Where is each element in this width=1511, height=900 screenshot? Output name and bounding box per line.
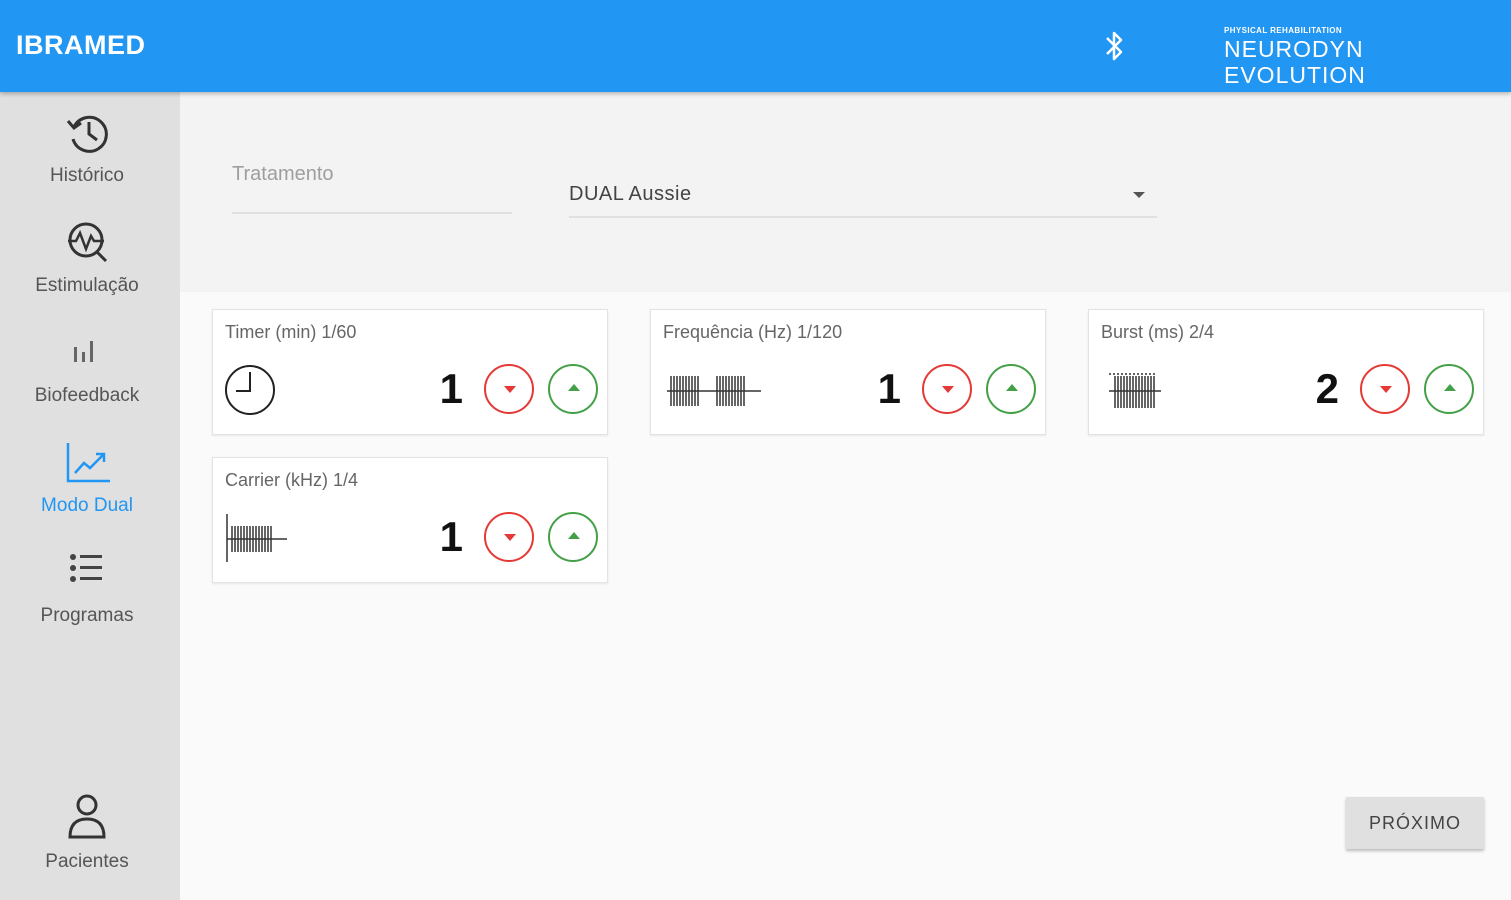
sidebar-item-modo-dual[interactable]: Modo Dual (0, 437, 180, 537)
param-card-burst: Burst (ms) 2/4 2 (1088, 309, 1484, 435)
sidebar-item-estimulacao[interactable]: Estimulação (0, 217, 180, 317)
sidebar-item-label: Biofeedback (34, 385, 140, 406)
param-value: 1 (439, 365, 463, 412)
clock-icon (225, 365, 275, 415)
decrease-button[interactable] (484, 512, 534, 562)
param-value: 1 (439, 513, 463, 560)
stimulation-icon (68, 222, 108, 263)
treatment-underline (232, 212, 512, 214)
trending-up-icon (66, 443, 110, 483)
arrow-down-icon (504, 386, 516, 393)
sidebar-item-pacientes[interactable]: Pacientes (0, 793, 180, 893)
param-title: Carrier (kHz) 1/4 (225, 470, 359, 490)
brand-title: IBRAMED (16, 30, 146, 60)
burst-wave-icon (1109, 373, 1161, 408)
list-icon (70, 554, 102, 582)
bar-chart-icon (74, 341, 93, 362)
increase-button[interactable] (986, 364, 1036, 414)
history-icon (66, 115, 108, 153)
decrease-button[interactable] (484, 364, 534, 414)
treatment-select[interactable]: DUAL Aussie (569, 170, 1157, 218)
sidebar-item-label: Modo Dual (41, 495, 133, 516)
param-title: Burst (ms) 2/4 (1101, 322, 1215, 342)
arrow-up-icon (568, 384, 580, 391)
arrow-down-icon (942, 386, 954, 393)
sidebar-item-label: Programas (40, 605, 134, 626)
increase-button[interactable] (1424, 364, 1474, 414)
chevron-down-icon (1133, 192, 1145, 198)
treatment-label: Tratamento (232, 163, 334, 185)
sidebar-item-label: Estimulação (35, 275, 139, 296)
param-card-frequencia: Frequência (Hz) 1/120 1 (650, 309, 1046, 435)
person-icon (68, 794, 106, 839)
sidebar-item-label: Pacientes (45, 851, 129, 872)
decrease-button[interactable] (922, 364, 972, 414)
carrier-wave-icon (226, 514, 287, 562)
arrow-up-icon (568, 532, 580, 539)
param-value: 2 (1315, 365, 1339, 412)
arrow-down-icon (504, 534, 516, 541)
frequency-wave-icon (667, 376, 761, 406)
arrow-up-icon (1444, 384, 1456, 391)
param-title: Frequência (Hz) 1/120 (663, 322, 843, 342)
param-value: 1 (877, 365, 901, 412)
param-card-timer: Timer (min) 1/60 1 (212, 309, 608, 435)
bluetooth-icon[interactable] (1102, 28, 1128, 64)
arrow-up-icon (1006, 384, 1018, 391)
app-bar: IBRAMED PHYSICAL REHABILITATION NEURODYN… (0, 0, 1511, 92)
sidebar-item-historico[interactable]: Histórico (0, 107, 180, 207)
sidebar-item-label: Histórico (50, 165, 124, 186)
logo-product-name: NEURODYN EVOLUTION (1224, 36, 1366, 88)
arrow-down-icon (1380, 386, 1392, 393)
sidebar: Histórico Estimulação Biofeedback Modo D… (0, 92, 180, 900)
increase-button[interactable] (548, 364, 598, 414)
treatment-select-value: DUAL Aussie (569, 183, 692, 205)
increase-button[interactable] (548, 512, 598, 562)
neurodyn-logo: PHYSICAL REHABILITATION NEURODYN EVOLUTI… (1224, 26, 1511, 88)
logo-tagline: PHYSICAL REHABILITATION (1224, 26, 1343, 35)
sidebar-item-biofeedback[interactable]: Biofeedback (0, 327, 180, 427)
sidebar-item-programas[interactable]: Programas (0, 547, 180, 647)
param-title: Timer (min) 1/60 (225, 322, 357, 342)
decrease-button[interactable] (1360, 364, 1410, 414)
param-card-carrier: Carrier (kHz) 1/4 1 (212, 457, 608, 583)
next-button[interactable]: PRÓXIMO (1346, 797, 1484, 849)
